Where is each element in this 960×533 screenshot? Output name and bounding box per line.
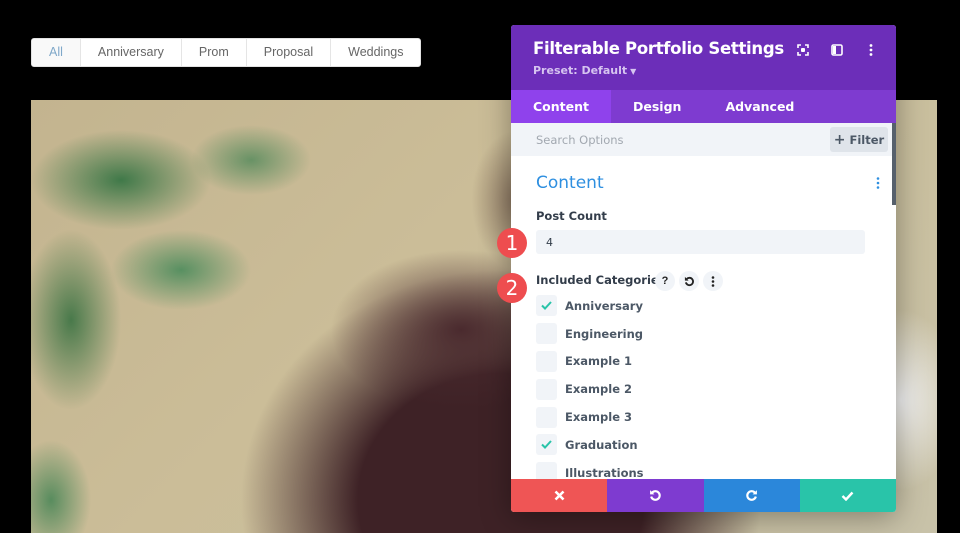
panel-footer — [511, 479, 896, 512]
panel-tabs: Content Design Advanced — [511, 90, 896, 123]
filter-proposal[interactable]: Proposal — [247, 39, 332, 66]
redo-button[interactable] — [703, 479, 800, 512]
filter-prom[interactable]: Prom — [182, 39, 247, 66]
included-categories-label: Included Categories — [536, 273, 666, 287]
post-count-input[interactable] — [536, 230, 865, 254]
settings-panel: Filterable Portfolio Settings Preset: De… — [511, 25, 896, 512]
tab-content[interactable]: Content — [511, 90, 611, 123]
tab-design[interactable]: Design — [611, 90, 703, 123]
fullscreen-icon[interactable] — [794, 41, 812, 59]
check-icon — [541, 301, 552, 311]
section-more-icon[interactable] — [876, 176, 882, 190]
save-button[interactable] — [799, 479, 896, 512]
help-icon[interactable]: ? — [655, 271, 675, 291]
check-icon — [541, 440, 552, 450]
category-example-2[interactable]: Example 2 — [536, 375, 644, 403]
post-count-label: Post Count — [536, 209, 607, 223]
plus-icon: + — [833, 131, 846, 148]
category-label: Anniversary — [565, 298, 643, 313]
search-options-input[interactable] — [511, 123, 811, 156]
checkbox[interactable] — [536, 406, 557, 428]
options-more-icon[interactable] — [703, 271, 723, 291]
section-title: Content — [536, 173, 604, 193]
panel-title: Filterable Portfolio Settings — [533, 39, 784, 58]
checkmark-icon — [842, 491, 854, 501]
sidebar-toggle-icon[interactable] — [828, 41, 846, 59]
category-label: Example 1 — [565, 354, 632, 369]
preset-label: Preset: Default — [533, 64, 628, 77]
category-label: Engineering — [565, 326, 644, 341]
undo-icon — [649, 490, 661, 501]
category-label: Illustrations — [565, 465, 644, 480]
filter-button[interactable]: + Filter — [830, 127, 888, 152]
checkbox[interactable] — [536, 350, 557, 372]
portfolio-filter-bar: All Anniversary Prom Proposal Weddings — [31, 38, 422, 67]
annotation-badge-1: 1 — [497, 228, 527, 258]
category-checklist: Anniversary Engineering Example 1 Exampl… — [536, 292, 644, 487]
tab-advanced[interactable]: Advanced — [703, 90, 816, 123]
category-label: Example 3 — [565, 410, 632, 425]
category-anniversary[interactable]: Anniversary — [536, 292, 644, 320]
category-example-3[interactable]: Example 3 — [536, 403, 644, 431]
category-engineering[interactable]: Engineering — [536, 320, 644, 348]
checkbox[interactable] — [536, 323, 557, 345]
more-vertical-icon[interactable] — [862, 41, 880, 59]
caret-down-icon: ▼ — [630, 67, 637, 76]
panel-header: Filterable Portfolio Settings Preset: De… — [511, 25, 896, 90]
checkbox-checked[interactable] — [536, 295, 557, 317]
checkbox[interactable] — [536, 378, 557, 400]
category-label: Graduation — [565, 437, 638, 452]
undo-button[interactable] — [607, 479, 704, 512]
search-row: + Filter — [511, 123, 896, 156]
filter-button-label: Filter — [849, 132, 885, 147]
preset-dropdown[interactable]: Preset: Default ▼ — [533, 64, 636, 77]
close-icon — [554, 490, 565, 501]
filter-all[interactable]: All — [32, 39, 81, 66]
annotation-badge-2: 2 — [497, 273, 527, 303]
checkbox-checked[interactable] — [536, 434, 557, 456]
category-label: Example 2 — [565, 382, 632, 397]
filter-anniversary[interactable]: Anniversary — [81, 39, 182, 66]
redo-icon — [746, 490, 758, 501]
category-example-1[interactable]: Example 1 — [536, 348, 644, 376]
category-graduation[interactable]: Graduation — [536, 431, 644, 459]
cancel-button[interactable] — [511, 479, 608, 512]
scrollbar[interactable] — [892, 123, 896, 205]
filter-weddings[interactable]: Weddings — [331, 39, 420, 66]
reset-icon[interactable] — [679, 271, 699, 291]
